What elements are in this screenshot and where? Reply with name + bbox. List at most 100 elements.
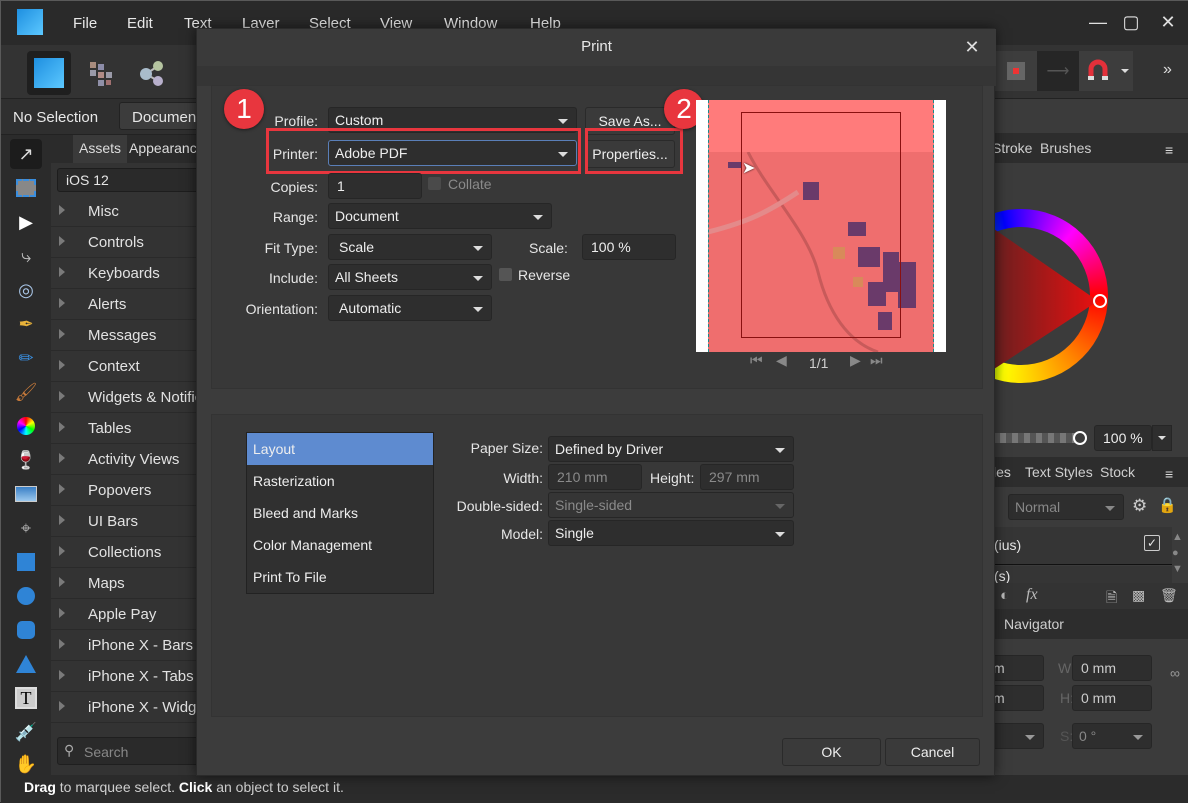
snapping-button[interactable] — [1079, 51, 1117, 91]
rounded-rectangle-tool[interactable] — [10, 615, 42, 645]
color-picker-tool[interactable]: 💉 — [10, 717, 42, 747]
asset-category-item[interactable]: Maps — [51, 568, 201, 599]
adjustment-icon[interactable]: ◐ — [1000, 587, 1009, 604]
reverse-checkbox[interactable] — [499, 268, 512, 281]
text-tool[interactable]: T — [10, 683, 42, 713]
snapping-grid-button[interactable] — [995, 51, 1037, 91]
section-rasterization[interactable]: Rasterization — [247, 465, 433, 497]
expand-triangle-icon[interactable] — [59, 236, 65, 246]
snapping-options-button[interactable] — [1117, 51, 1133, 91]
tab-stroke[interactable]: Stroke — [992, 140, 1032, 156]
expand-triangle-icon[interactable] — [59, 546, 65, 556]
transparency-tool[interactable]: 🍷 — [10, 445, 42, 475]
scroll-up-icon[interactable]: ▲ — [1172, 531, 1183, 543]
section-color-management[interactable]: Color Management — [247, 529, 433, 561]
collate-checkbox[interactable] — [428, 177, 441, 190]
link-icon[interactable]: ∞ — [1170, 665, 1180, 681]
panel-menu-icon[interactable]: ≡ — [1165, 142, 1179, 158]
paper-height-field[interactable]: 297 mm — [700, 464, 794, 490]
scale-field[interactable]: 100 % — [582, 234, 676, 260]
expand-triangle-icon[interactable] — [59, 453, 65, 463]
scroll-down-icon[interactable]: ▼ — [1172, 563, 1183, 575]
next-page-icon[interactable]: ▶ — [850, 352, 861, 369]
expand-triangle-icon[interactable] — [59, 329, 65, 339]
arrow-button[interactable]: ⟶ — [1037, 51, 1079, 91]
orientation-select[interactable]: Automatic — [328, 295, 492, 321]
expand-triangle-icon[interactable] — [59, 515, 65, 525]
double-sided-select[interactable]: Single-sided — [548, 492, 794, 518]
section-bleed-and-marks[interactable]: Bleed and Marks — [247, 497, 433, 529]
move-tool[interactable]: ↗ — [10, 139, 42, 169]
panel-menu-icon[interactable]: ≡ — [1165, 466, 1179, 482]
new-document-icon[interactable]: 🗎 — [1106, 587, 1117, 611]
previous-page-icon[interactable]: ◀ — [776, 352, 787, 369]
triangle-tool[interactable] — [10, 649, 42, 679]
opacity-field[interactable]: 100 % — [1094, 425, 1152, 451]
asset-category-item[interactable]: Context — [51, 351, 201, 382]
height-field[interactable]: 0 mm — [1072, 685, 1152, 711]
copies-field[interactable]: 1 — [328, 173, 422, 199]
asset-category-item[interactable]: UI Bars — [51, 506, 201, 537]
fx-icon[interactable]: fx — [1026, 586, 1038, 604]
asset-category-item[interactable]: Messages — [51, 320, 201, 351]
last-page-icon[interactable]: ⏭ — [870, 352, 883, 369]
section-layout[interactable]: Layout — [247, 433, 433, 465]
expand-triangle-icon[interactable] — [59, 298, 65, 308]
ellipse-tool[interactable] — [10, 581, 42, 611]
paper-width-field[interactable]: 210 mm — [548, 464, 642, 490]
asset-category-item[interactable]: Widgets & Notifications — [51, 382, 242, 413]
paper-size-select[interactable]: Defined by Driver — [548, 436, 794, 462]
include-select[interactable]: All Sheets — [328, 264, 492, 290]
asset-category-item[interactable]: Activity Views — [51, 444, 201, 475]
gear-icon[interactable]: ⚙ — [1132, 496, 1147, 516]
asset-category-item[interactable]: Keyboards — [51, 258, 201, 289]
expand-triangle-icon[interactable] — [59, 391, 65, 401]
fill-tool[interactable] — [10, 411, 42, 441]
opacity-dropdown-button[interactable] — [1152, 425, 1172, 451]
tab-brushes[interactable]: Brushes — [1040, 140, 1091, 156]
asset-category-item[interactable]: iPhone X - Bars — [51, 630, 201, 661]
asset-category-item[interactable]: Misc — [51, 196, 201, 227]
asset-category-item[interactable]: iPhone X - Tabs — [51, 661, 201, 692]
export-persona-button[interactable] — [129, 51, 173, 95]
menu-edit[interactable]: Edit — [127, 15, 153, 32]
section-print-to-file[interactable]: Print To File — [247, 561, 433, 593]
ok-button[interactable]: OK — [782, 738, 881, 766]
lock-icon[interactable]: 🔒 — [1158, 496, 1177, 514]
color-triangle[interactable] — [994, 209, 1114, 383]
asset-search-input[interactable]: ⚲ Search — [57, 737, 207, 765]
pixel-persona-button[interactable] — [79, 51, 123, 95]
expand-triangle-icon[interactable] — [59, 205, 65, 215]
asset-category-item[interactable]: Alerts — [51, 289, 201, 320]
opacity-slider-handle[interactable] — [1073, 431, 1087, 445]
expand-triangle-icon[interactable] — [59, 267, 65, 277]
asset-category-item[interactable]: Popovers — [51, 475, 201, 506]
expand-triangle-icon[interactable] — [59, 670, 65, 680]
trash-icon[interactable]: 🗑 — [1160, 587, 1178, 604]
expand-triangle-icon[interactable] — [59, 484, 65, 494]
rectangle-tool[interactable] — [10, 547, 42, 577]
minimize-icon[interactable]: — — [1083, 9, 1113, 35]
width-field[interactable]: 0 mm — [1072, 655, 1152, 681]
asset-category-select[interactable]: iOS 12 — [57, 168, 207, 192]
cancel-button[interactable]: Cancel — [885, 738, 980, 766]
designer-persona-button[interactable] — [27, 51, 71, 95]
maximize-icon[interactable]: ▢ — [1116, 9, 1146, 35]
mask-icon[interactable]: ▩ — [1132, 587, 1145, 604]
tab-navigator[interactable]: Navigator — [1004, 616, 1064, 632]
brush-tool[interactable]: 🖌 — [10, 377, 42, 407]
first-page-icon[interactable]: ⏮ — [750, 352, 763, 369]
expand-triangle-icon[interactable] — [59, 608, 65, 618]
tab-text-styles[interactable]: Text Styles — [1025, 464, 1093, 480]
menu-file[interactable]: File — [73, 15, 97, 32]
layer-row[interactable]: (ius) ✓ — [994, 527, 1172, 565]
asset-category-item[interactable]: iPhone X - Widgets — [51, 692, 216, 723]
model-select[interactable]: Single — [548, 520, 794, 546]
blend-mode-select[interactable]: Normal — [1008, 494, 1124, 520]
expand-triangle-icon[interactable] — [59, 701, 65, 711]
asset-category-item[interactable]: Controls — [51, 227, 201, 258]
tab-appearance[interactable]: Appearance — [129, 140, 205, 156]
asset-category-item[interactable]: Apple Pay — [51, 599, 201, 630]
fit-type-select[interactable]: Scale — [328, 234, 492, 260]
expand-triangle-icon[interactable] — [59, 577, 65, 587]
